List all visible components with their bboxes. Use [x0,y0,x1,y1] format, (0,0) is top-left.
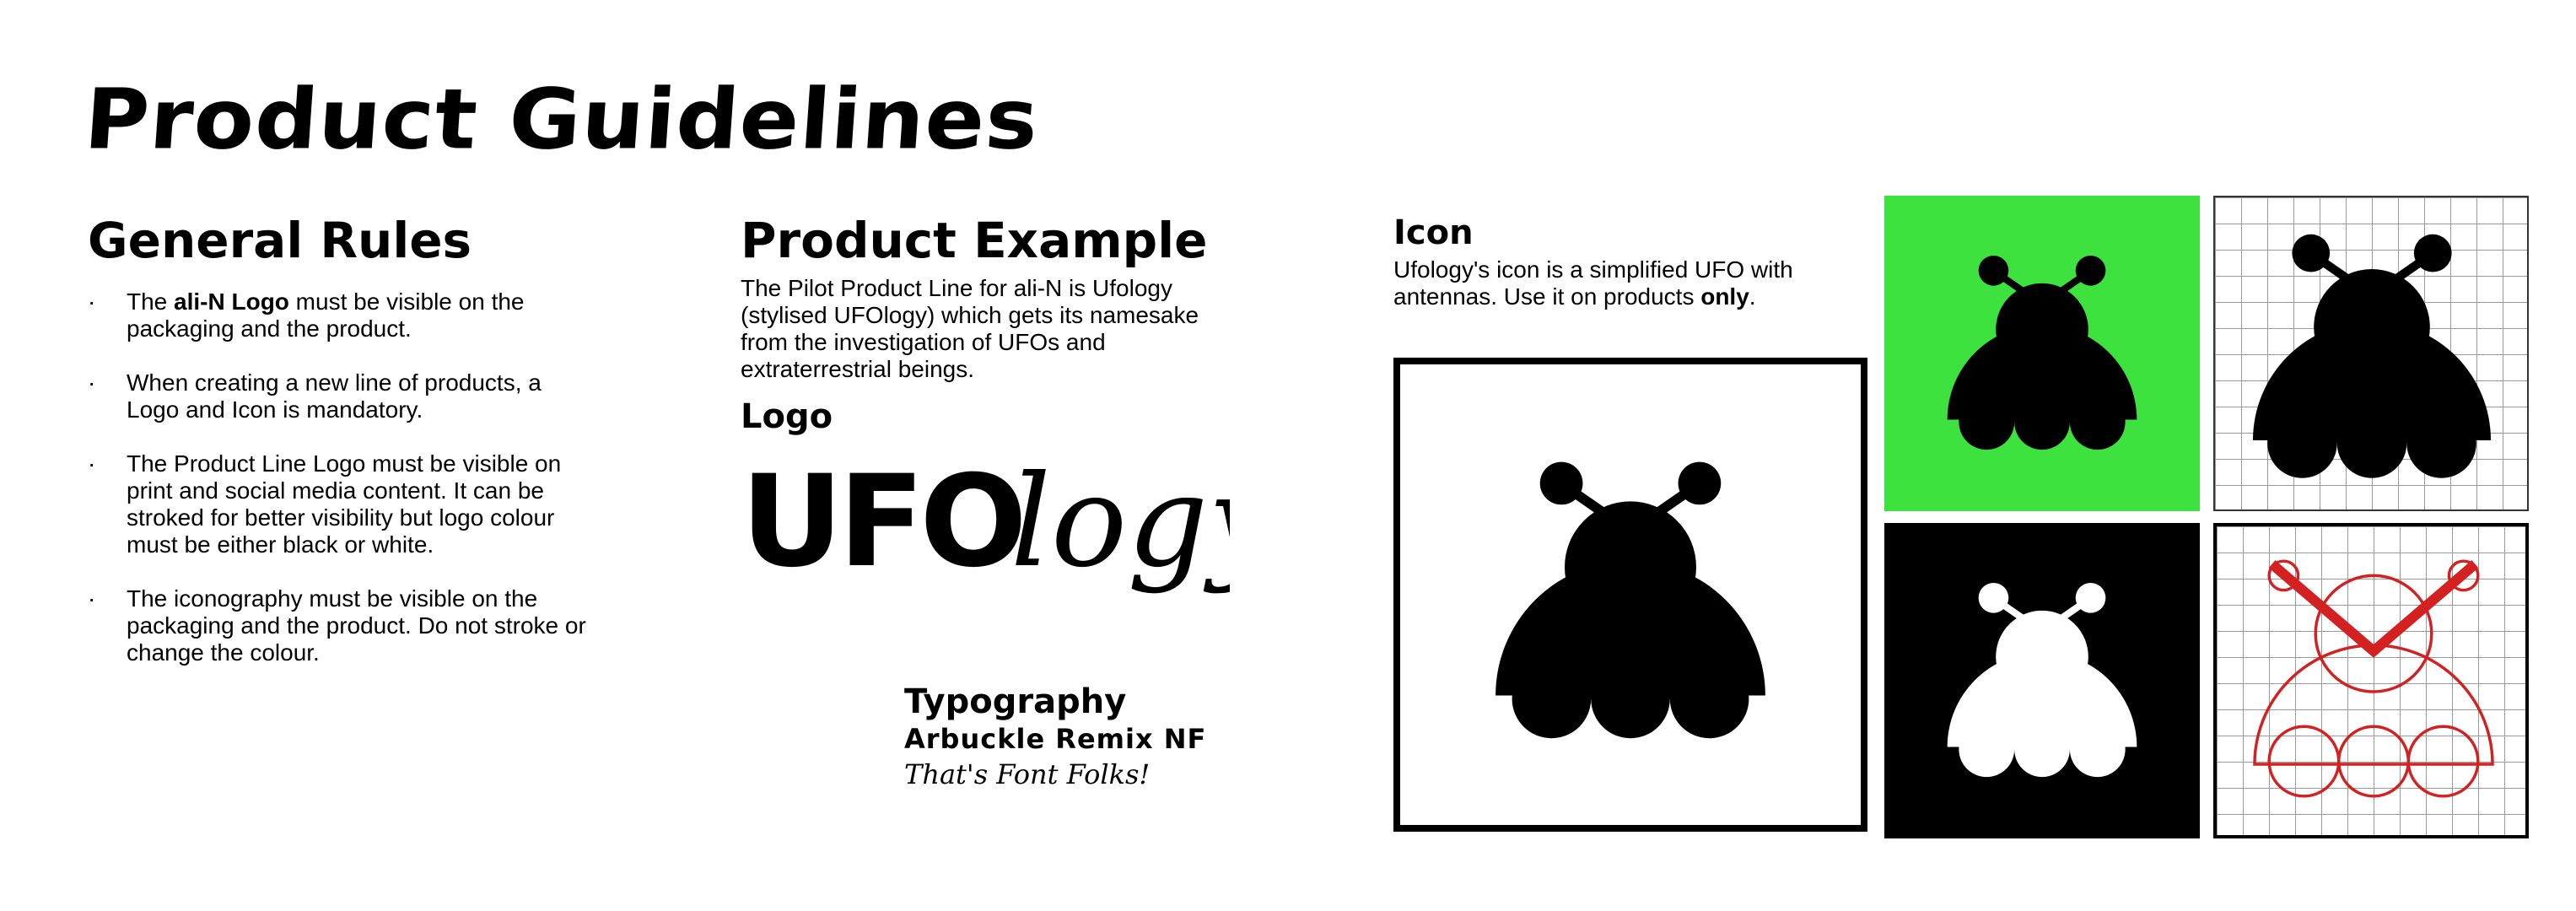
rule-text: The Product Line Logo must be visible on… [127,450,562,558]
typography-block: Typography Arbuckle Remix NF That's Font… [904,682,1206,793]
typography-font-name: Arbuckle Remix NF [904,723,1207,755]
rule-item: · The ali-N Logo must be visible on the … [88,288,594,342]
icon-description: Ufology's icon is a simplified UFO with … [1393,256,1815,310]
ufo-icon [2227,223,2517,513]
rule-text-bold: ali-N Logo [174,288,289,315]
bullet: · [88,369,96,396]
typography-sample: That's Font Folks! [904,758,1151,790]
rule-item: · The Product Line Logo must be visible … [88,450,594,558]
bullet: · [88,288,96,315]
general-rules-heading: General Rules [88,212,472,269]
bullet: · [88,585,96,612]
icon-tile-large [1393,358,1867,832]
page-title: Product Guidelines [81,70,1043,169]
icon-description-end: . [1749,283,1756,310]
icon-tile-green [1884,196,2200,511]
ufo-icon [1927,574,2158,805]
logo-heading: Logo [741,397,833,436]
rule-text: When creating a new line of products, a … [127,369,542,423]
rule-item: · When creating a new line of products, … [88,369,594,423]
rule-text: The iconography must be visible on the p… [127,585,586,666]
ufology-logo: UFO logy [741,449,1230,596]
ufo-construction-icon [2253,559,2494,798]
logo-ufo-text: UFO [741,449,1022,596]
icon-tile-black [1884,523,2200,838]
icon-heading: Icon [1393,213,1474,252]
rule-text: The [127,288,175,315]
icon-tile-grid [2213,196,2529,511]
ufo-icon [1466,449,1795,778]
product-example-description: The Pilot Product Line for ali-N is Ufol… [741,275,1199,382]
ufo-icon [1927,246,2158,477]
typography-heading: Typography [904,682,1127,721]
product-example-heading: Product Example [741,212,1208,269]
logo-logy-text: logy [1010,449,1230,596]
bullet: · [88,450,96,477]
icon-description-bold: only [1700,283,1749,310]
rule-item: · The iconography must be visible on the… [88,585,594,666]
general-rules-list: · The ali-N Logo must be visible on the … [88,288,594,693]
icon-tile-construction [2213,523,2529,838]
